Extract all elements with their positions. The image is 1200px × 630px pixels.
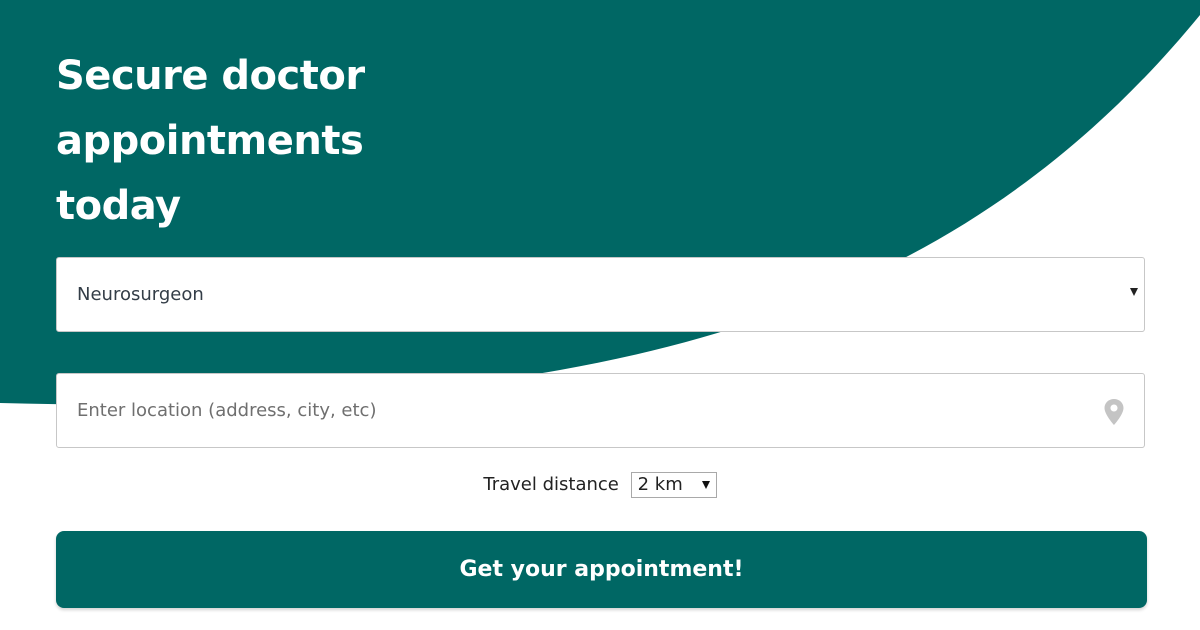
specialty-select[interactable]: Neurosurgeon bbox=[56, 257, 1145, 332]
location-input[interactable]: Enter location (address, city, etc) bbox=[56, 373, 1145, 448]
get-appointment-button[interactable]: Get your appointment! bbox=[56, 531, 1147, 608]
page: Secure doctor appointments today Neurosu… bbox=[0, 0, 1200, 630]
travel-distance-select[interactable]: 2 km bbox=[630, 472, 717, 498]
chevron-down-icon bbox=[1130, 288, 1138, 296]
chevron-down-icon bbox=[701, 481, 710, 489]
specialty-select-value: Neurosurgeon bbox=[77, 284, 204, 305]
location-input-placeholder: Enter location (address, city, etc) bbox=[77, 400, 377, 421]
page-title: Secure doctor appointments today bbox=[56, 44, 476, 239]
title-line-2: appointments bbox=[56, 118, 364, 164]
title-line-3: today bbox=[56, 183, 181, 229]
travel-distance-row: Travel distance 2 km bbox=[0, 471, 1200, 499]
travel-distance-label: Travel distance bbox=[483, 474, 619, 495]
title-line-1: Secure doctor bbox=[56, 53, 365, 99]
map-pin-icon bbox=[1104, 399, 1124, 425]
travel-distance-value: 2 km bbox=[637, 474, 683, 495]
